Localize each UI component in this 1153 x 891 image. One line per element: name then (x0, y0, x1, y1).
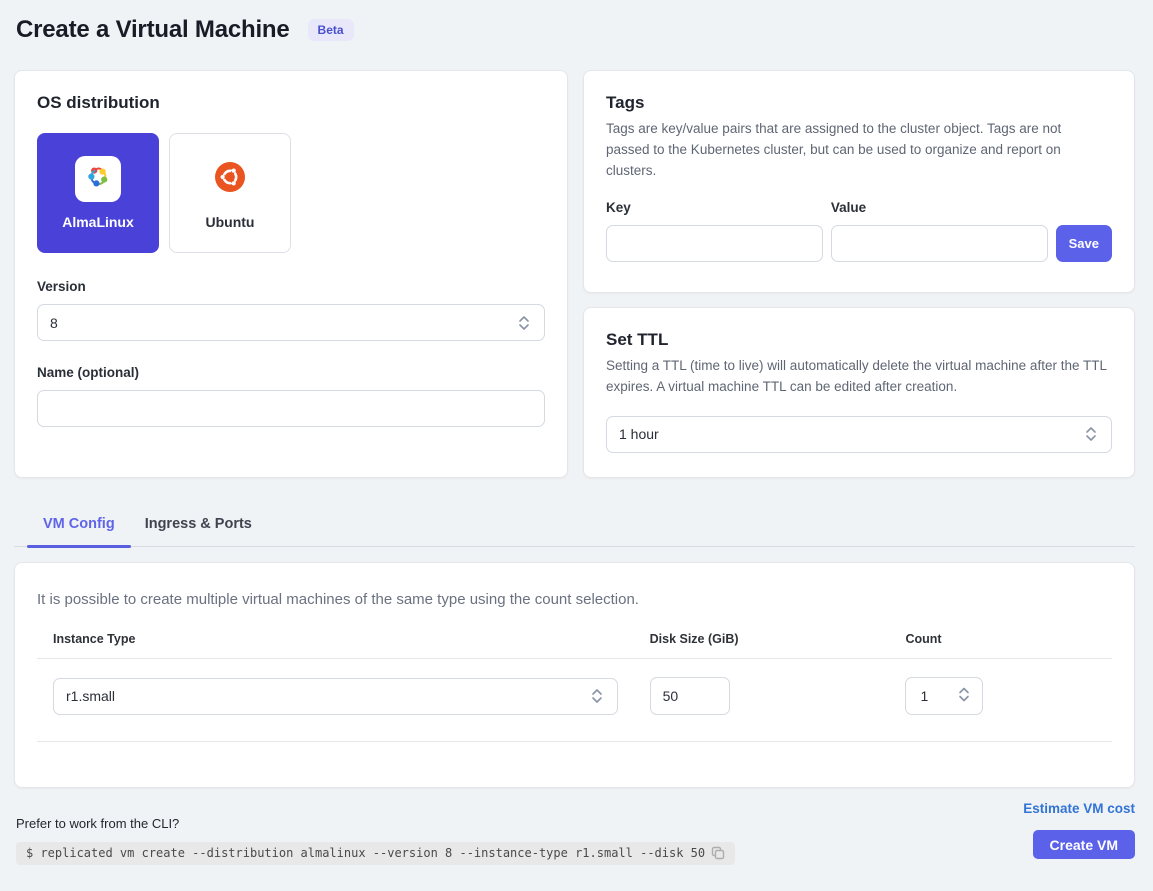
column-header-disk-size: Disk Size (GiB) (634, 632, 890, 646)
disk-size-cell (634, 677, 890, 715)
save-tag-button[interactable]: Save (1056, 225, 1112, 262)
tabbar: VM Config Ingress & Ports (14, 505, 1135, 547)
os-distribution-title: OS distribution (37, 93, 545, 113)
os-tiles: AlmaLinux (37, 133, 545, 253)
cli-command-text: $ replicated vm create --distribution al… (26, 846, 705, 860)
vm-table-header: Instance Type Disk Size (GiB) Count (37, 632, 1112, 659)
vm-name-label: Name (optional) (37, 365, 545, 380)
create-vm-page: Create a Virtual Machine Beta OS distrib… (0, 0, 1153, 865)
column-header-count: Count (889, 632, 1112, 646)
tags-description: Tags are key/value pairs that are assign… (606, 119, 1106, 182)
chevron-up-down-icon (516, 315, 532, 331)
count-value: 1 (920, 688, 928, 704)
chevron-up-down-icon (589, 688, 605, 704)
vm-name-input[interactable] (37, 390, 545, 427)
ttl-select-value: 1 hour (619, 426, 659, 442)
estimate-vm-cost-link[interactable]: Estimate VM cost (1023, 801, 1135, 816)
instance-type-value: r1.small (66, 688, 115, 704)
cli-command-block: $ replicated vm create --distribution al… (16, 842, 735, 865)
beta-badge: Beta (308, 19, 354, 41)
footer: Prefer to work from the CLI? $ replicate… (14, 801, 1135, 865)
tag-key-field: Key (606, 200, 823, 262)
vm-config-intro: It is possible to create multiple virtua… (37, 591, 1112, 608)
vm-config-table: Instance Type Disk Size (GiB) Count r1.s… (37, 632, 1112, 742)
create-vm-button[interactable]: Create VM (1033, 830, 1135, 859)
tag-value-input[interactable] (831, 225, 1048, 262)
tags-title: Tags (606, 93, 1112, 113)
set-ttl-card: Set TTL Setting a TTL (time to live) wil… (583, 307, 1135, 478)
tag-value-label: Value (831, 200, 1048, 215)
footer-cli-section: Prefer to work from the CLI? $ replicate… (16, 816, 735, 865)
tag-value-field: Value (831, 200, 1048, 262)
instance-type-select[interactable]: r1.small (53, 678, 618, 715)
tag-key-label: Key (606, 200, 823, 215)
version-select-value: 8 (50, 315, 58, 331)
vm-table-row: r1.small 1 (37, 659, 1112, 742)
version-select[interactable]: 8 (37, 304, 545, 341)
ubuntu-icon (213, 160, 247, 199)
os-tile-ubuntu[interactable]: Ubuntu (169, 133, 291, 253)
os-tile-almalinux-label: AlmaLinux (62, 214, 134, 230)
right-column: Tags Tags are key/value pairs that are a… (583, 70, 1135, 478)
ttl-select[interactable]: 1 hour (606, 416, 1112, 453)
disk-size-input[interactable] (650, 677, 730, 715)
version-label: Version (37, 279, 545, 294)
tab-vm-config[interactable]: VM Config (27, 505, 131, 546)
column-header-instance-type: Instance Type (37, 632, 634, 646)
tags-card: Tags Tags are key/value pairs that are a… (583, 70, 1135, 293)
almalinux-logo-box (75, 156, 121, 202)
os-tile-almalinux[interactable]: AlmaLinux (37, 133, 159, 253)
page-header: Create a Virtual Machine Beta (14, 14, 1135, 44)
footer-actions: Estimate VM cost Create VM (1023, 801, 1135, 865)
ubuntu-logo-box (207, 156, 253, 202)
tag-key-input[interactable] (606, 225, 823, 262)
tab-ingress-ports[interactable]: Ingress & Ports (129, 505, 268, 546)
set-ttl-title: Set TTL (606, 330, 1112, 350)
os-tile-ubuntu-label: Ubuntu (206, 214, 255, 230)
chevron-up-down-icon (956, 687, 972, 706)
instance-type-cell: r1.small (37, 678, 634, 715)
almalinux-icon (83, 162, 113, 197)
os-distribution-card: OS distribution (14, 70, 568, 478)
tags-form: Key Value Save (606, 200, 1112, 262)
vm-config-card: It is possible to create multiple virtua… (14, 562, 1135, 788)
count-stepper[interactable]: 1 (905, 677, 983, 715)
set-ttl-description: Setting a TTL (time to live) will automa… (606, 356, 1112, 398)
top-cards-row: OS distribution (14, 70, 1135, 478)
cli-prompt-text: Prefer to work from the CLI? (16, 816, 735, 831)
copy-icon[interactable] (711, 846, 725, 860)
page-title: Create a Virtual Machine (16, 16, 290, 44)
chevron-up-down-icon (1083, 426, 1099, 442)
count-cell: 1 (889, 677, 1112, 715)
